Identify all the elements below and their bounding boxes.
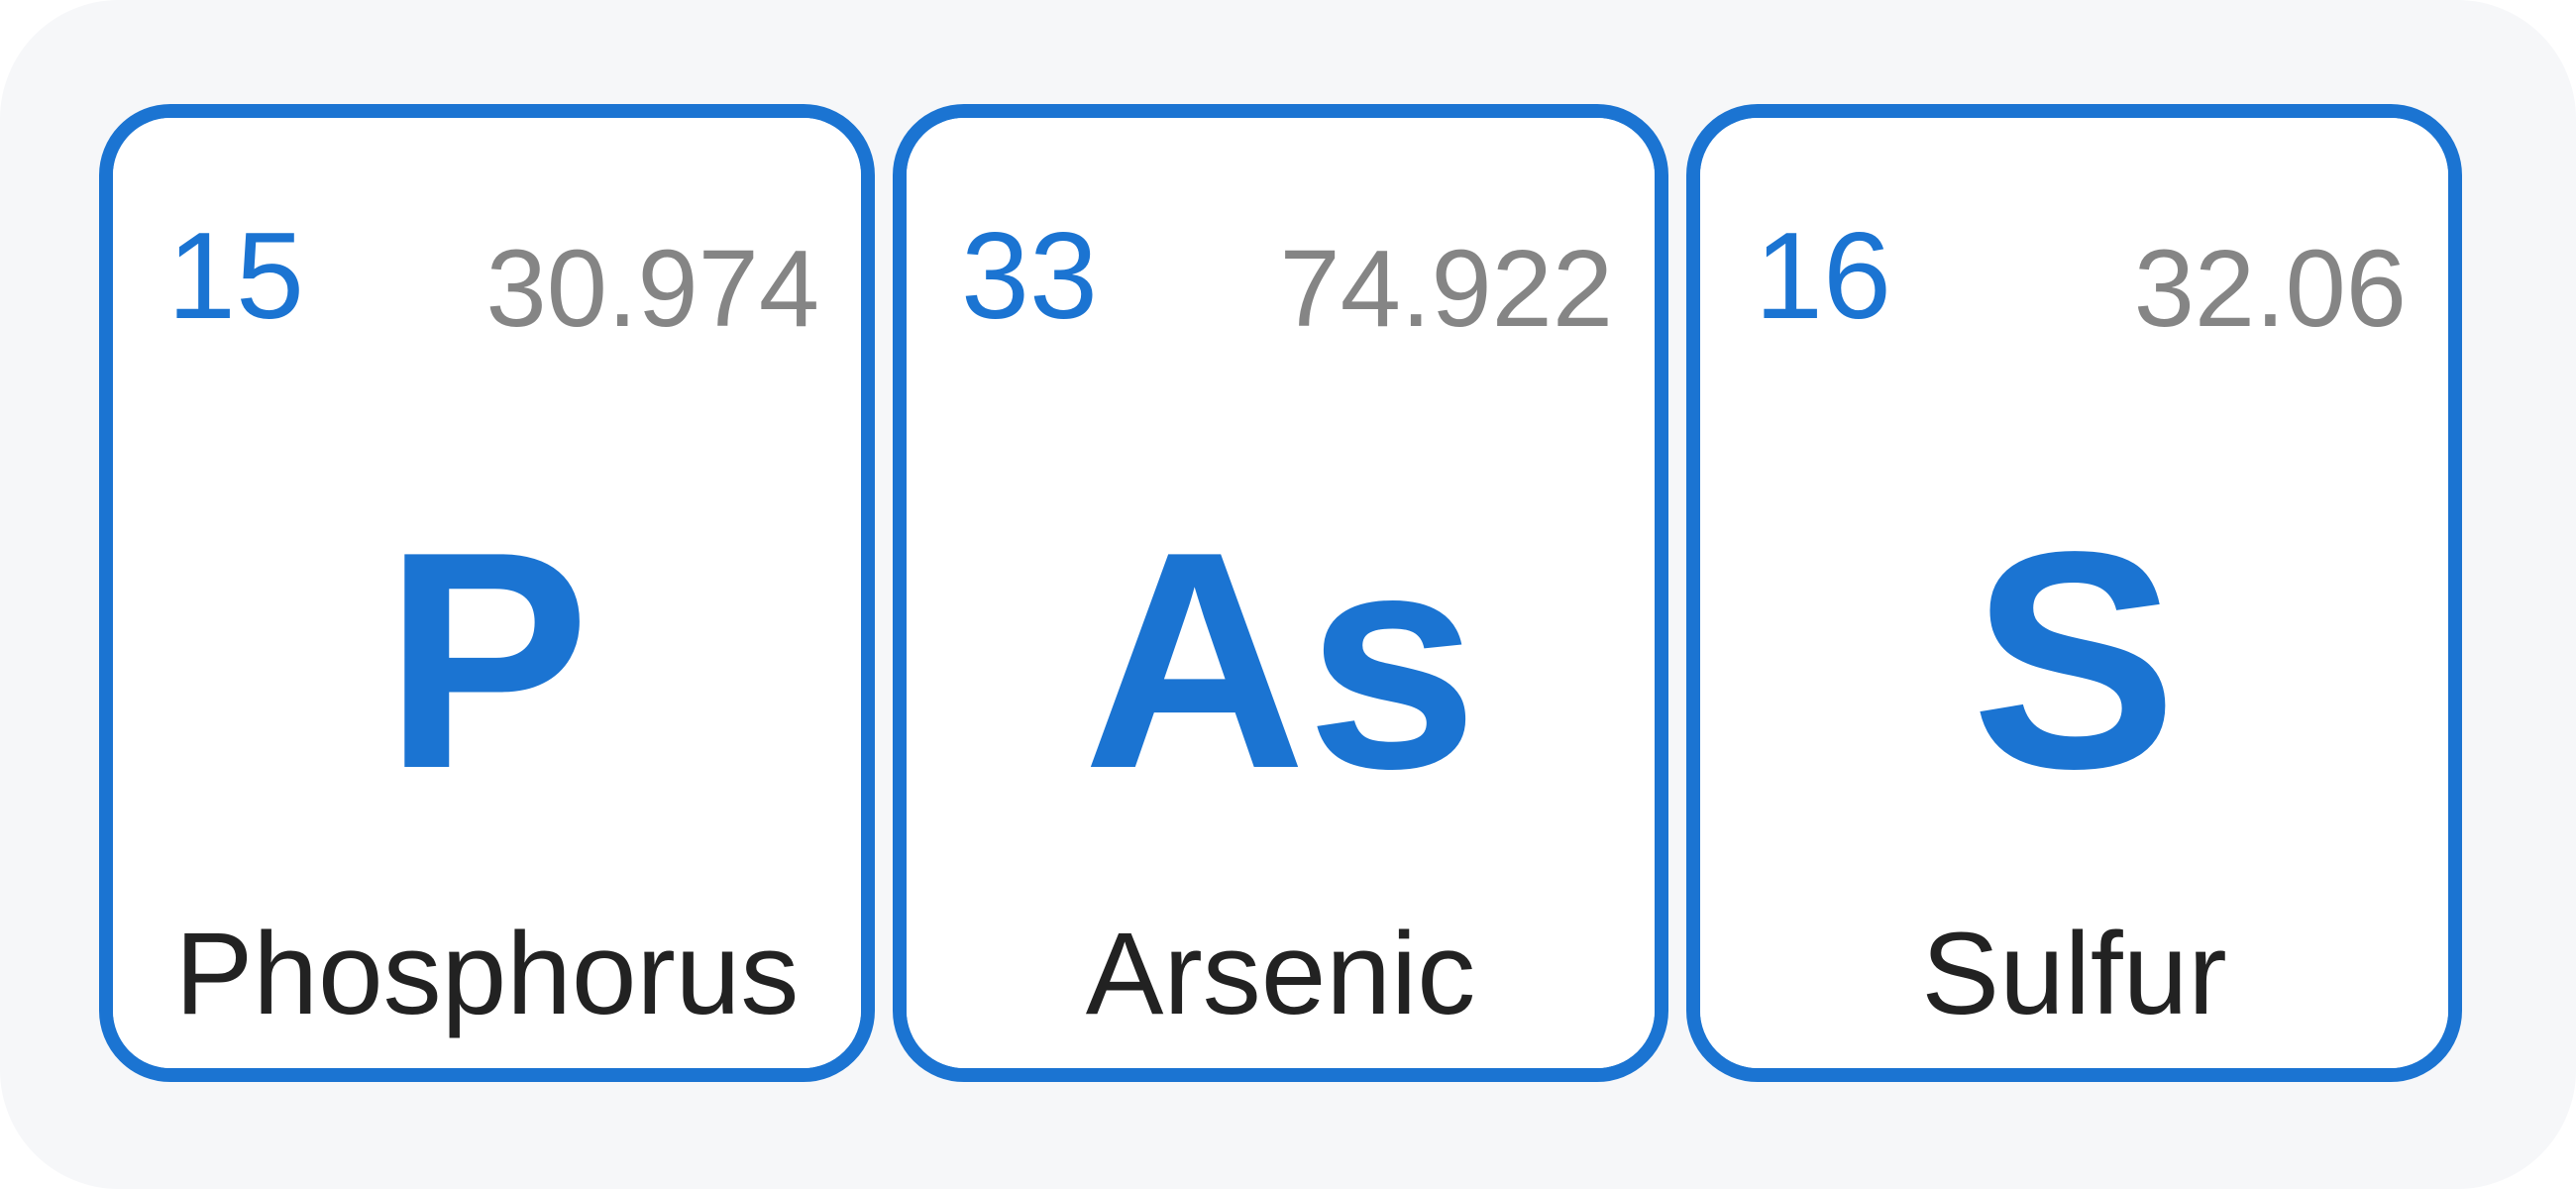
atomic-mass: 32.06 (2133, 228, 2407, 350)
atomic-number: 15 (167, 208, 304, 345)
element-symbol: P (383, 488, 590, 833)
element-tile-phosphorus: 15 30.974 P Phosphorus (99, 104, 875, 1082)
atomic-number: 33 (961, 208, 1098, 345)
element-tile-arsenic: 33 74.922 As Arsenic (893, 104, 1668, 1082)
element-tile-sulfur: 16 32.06 S Sulfur (1686, 104, 2462, 1082)
atomic-number: 16 (1755, 208, 1891, 345)
element-tiles-panel: 15 30.974 P Phosphorus 33 74.922 As Arse… (0, 0, 2576, 1189)
element-symbol: As (1083, 488, 1478, 833)
element-symbol: S (1971, 488, 2178, 833)
atomic-mass: 30.974 (485, 228, 819, 350)
atomic-mass: 74.922 (1279, 228, 1613, 350)
element-name: Arsenic (1085, 909, 1476, 1039)
element-name: Phosphorus (174, 909, 800, 1039)
element-name: Sulfur (1921, 909, 2227, 1039)
